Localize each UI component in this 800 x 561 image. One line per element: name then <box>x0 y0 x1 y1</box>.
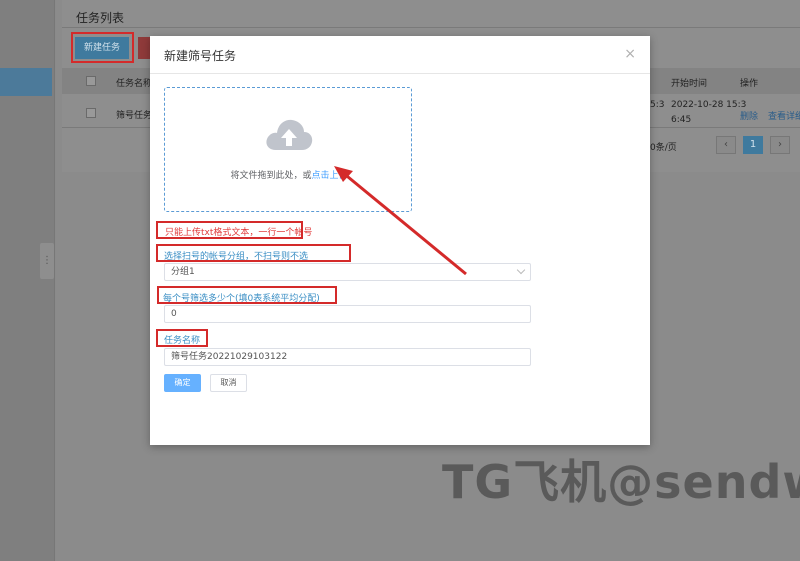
count-input[interactable]: 0 <box>164 305 531 323</box>
annotation-box-new-task <box>71 32 134 63</box>
column-header-start: 开始时间 <box>671 79 708 89</box>
task-name-input[interactable]: 筛号任务20221029103122 <box>164 348 531 366</box>
new-task-dialog: 新建筛号任务 × 将文件拖到此处，或点击上传 只能上传txt格式文本，一行一个帐… <box>150 36 650 445</box>
dialog-title: 新建筛号任务 <box>164 49 237 63</box>
click-upload-link[interactable]: 点击上传 <box>312 171 348 181</box>
page-button[interactable]: 1 <box>743 136 763 154</box>
chevron-down-icon <box>516 265 526 275</box>
account-group-select[interactable]: 分组1 <box>164 263 531 281</box>
confirm-button[interactable]: 确定 <box>164 374 201 392</box>
task-name-value: 筛号任务20221029103122 <box>171 352 288 362</box>
row-prev-time: 5:3 <box>650 100 665 110</box>
collapse-handle[interactable]: ⋮ <box>40 243 54 279</box>
cancel-button[interactable]: 取消 <box>210 374 247 392</box>
select-all-checkbox[interactable] <box>86 76 96 86</box>
annotation-box-task-name-label <box>156 329 208 347</box>
column-header-action: 操作 <box>740 79 759 89</box>
cloud-upload-icon <box>266 119 313 150</box>
row-task-name: 筛号任务 <box>116 111 153 121</box>
prev-page-button[interactable]: ‹ <box>716 136 736 154</box>
annotation-box-count-label <box>157 286 337 304</box>
annotation-box-upload-tip <box>156 221 303 239</box>
annotation-box-group-label <box>156 244 351 262</box>
column-header-name: 任务名称 <box>116 79 153 89</box>
upload-dropzone[interactable]: 将文件拖到此处，或点击上传 <box>164 87 412 212</box>
row-start-time: 2022-10-28 15:3 <box>671 100 747 110</box>
card-title: 任务列表 <box>76 11 125 25</box>
row-checkbox[interactable] <box>86 108 96 118</box>
next-page-button[interactable]: › <box>770 136 790 154</box>
dialog-header: 新建筛号任务 × <box>150 36 650 74</box>
upload-text: 将文件拖到此处，或点击上传 <box>230 171 348 181</box>
sidebar-active-item[interactable] <box>0 68 52 96</box>
watermark: TG飞机@sendw <box>442 455 800 509</box>
sidebar <box>0 0 55 561</box>
page-size-select[interactable]: 0条/页 <box>650 140 677 153</box>
row-start-time-2: 6:45 <box>671 115 692 125</box>
account-group-value: 分组1 <box>171 267 195 277</box>
close-icon[interactable]: × <box>624 46 636 62</box>
divider <box>62 27 800 28</box>
view-detail-link[interactable]: 查看详细 <box>768 109 800 122</box>
count-value: 0 <box>171 309 177 319</box>
delete-link[interactable]: 删除 <box>740 109 758 122</box>
